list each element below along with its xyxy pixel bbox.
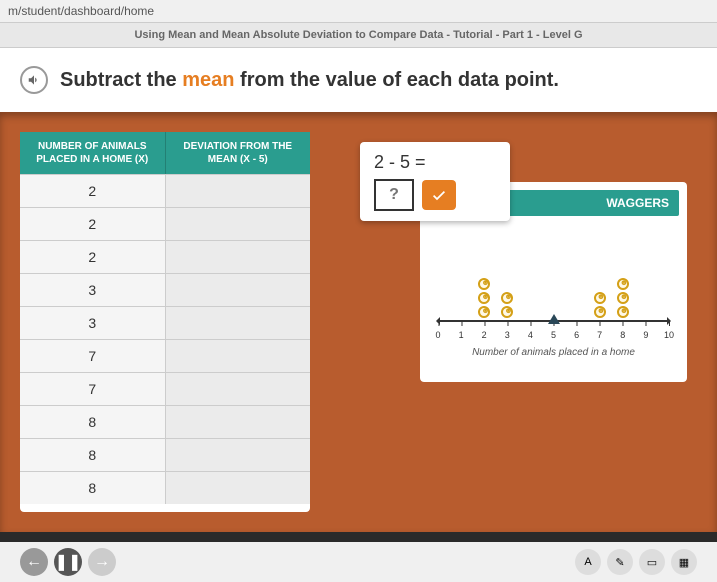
table-row: 2 bbox=[20, 207, 310, 240]
table-row: 2 bbox=[20, 240, 310, 273]
cell-x: 7 bbox=[20, 340, 166, 372]
cell-x: 8 bbox=[20, 472, 166, 504]
cell-dev[interactable] bbox=[166, 472, 311, 504]
mean-marker-icon bbox=[548, 314, 560, 324]
tick-label: 7 bbox=[597, 330, 602, 340]
table-row: 8 bbox=[20, 438, 310, 471]
tick-label: 5 bbox=[551, 330, 556, 340]
answer-input[interactable] bbox=[374, 179, 414, 211]
dotplot-dot bbox=[501, 306, 513, 318]
dotplot-dot bbox=[478, 278, 490, 290]
col-header-x: NUMBER OF ANIMALS PLACED IN A HOME (X) bbox=[20, 132, 166, 174]
cell-x: 8 bbox=[20, 439, 166, 471]
cell-x: 3 bbox=[20, 274, 166, 306]
table-row: 2 bbox=[20, 174, 310, 207]
forward-button[interactable]: → bbox=[88, 548, 116, 576]
table-row: 7 bbox=[20, 372, 310, 405]
pencil-tool-icon[interactable]: ✎ bbox=[607, 549, 633, 575]
tick-label: 4 bbox=[528, 330, 533, 340]
tick-label: 1 bbox=[459, 330, 464, 340]
dotplot-dot bbox=[617, 292, 629, 304]
bottom-toolbar: ← ❚❚ → A ✎ ▭ ▦ bbox=[0, 542, 717, 582]
back-button[interactable]: ← bbox=[20, 548, 48, 576]
cell-dev[interactable] bbox=[166, 373, 311, 405]
instr-pre: Subtract the bbox=[60, 69, 182, 91]
table-row: 8 bbox=[20, 405, 310, 438]
dotplot-dot bbox=[617, 306, 629, 318]
cell-x: 3 bbox=[20, 307, 166, 339]
main-content: NUMBER OF ANIMALS PLACED IN A HOME (X) D… bbox=[0, 112, 717, 532]
table-row: 8 bbox=[20, 471, 310, 504]
col-header-dev: DEVIATION FROM THE MEAN (X - 5) bbox=[166, 132, 311, 174]
cell-dev[interactable] bbox=[166, 439, 311, 471]
tick-label: 9 bbox=[643, 330, 648, 340]
note-tool-icon[interactable]: ▭ bbox=[639, 549, 665, 575]
dotplot-dot bbox=[594, 292, 606, 304]
equation-expr: 2 - 5 = bbox=[374, 152, 496, 173]
tick-label: 6 bbox=[574, 330, 579, 340]
cell-x: 7 bbox=[20, 373, 166, 405]
tick-label: 3 bbox=[505, 330, 510, 340]
tick-label: 8 bbox=[620, 330, 625, 340]
table-row: 3 bbox=[20, 273, 310, 306]
check-button[interactable] bbox=[422, 180, 456, 210]
dotplot-dot bbox=[594, 306, 606, 318]
dotplot-dot bbox=[617, 278, 629, 290]
cell-dev[interactable] bbox=[166, 406, 311, 438]
tick-label: 0 bbox=[435, 330, 440, 340]
cell-x: 2 bbox=[20, 208, 166, 240]
tick-label: 2 bbox=[482, 330, 487, 340]
cell-dev[interactable] bbox=[166, 241, 311, 273]
cell-x: 8 bbox=[20, 406, 166, 438]
pause-button[interactable]: ❚❚ bbox=[54, 548, 82, 576]
page-header: Using Mean and Mean Absolute Deviation t… bbox=[0, 23, 717, 48]
speaker-icon[interactable] bbox=[20, 66, 48, 94]
equation-box: 2 - 5 = bbox=[360, 142, 510, 221]
dotplot-dot bbox=[501, 292, 513, 304]
cell-dev[interactable] bbox=[166, 340, 311, 372]
instruction-bar: Subtract the mean from the value of each… bbox=[0, 48, 717, 112]
table-row: 7 bbox=[20, 339, 310, 372]
tick-label: 10 bbox=[664, 330, 674, 340]
cell-dev[interactable] bbox=[166, 175, 311, 207]
cell-dev[interactable] bbox=[166, 307, 311, 339]
cell-x: 2 bbox=[20, 175, 166, 207]
instruction-text: Subtract the mean from the value of each… bbox=[60, 69, 559, 92]
url-bar: m/student/dashboard/home bbox=[0, 0, 717, 23]
data-table: NUMBER OF ANIMALS PLACED IN A HOME (X) D… bbox=[20, 132, 310, 512]
dotplot-axis-label: Number of animals placed in a home bbox=[428, 347, 679, 358]
table-row: 3 bbox=[20, 306, 310, 339]
cell-dev[interactable] bbox=[166, 208, 311, 240]
text-tool-icon[interactable]: A bbox=[575, 549, 601, 575]
dotplot-dot bbox=[478, 306, 490, 318]
cell-dev[interactable] bbox=[166, 274, 311, 306]
grid-tool-icon[interactable]: ▦ bbox=[671, 549, 697, 575]
instr-mean: mean bbox=[182, 69, 234, 91]
dotplot-dot bbox=[478, 292, 490, 304]
instr-post: from the value of each data point. bbox=[235, 69, 560, 91]
cell-x: 2 bbox=[20, 241, 166, 273]
